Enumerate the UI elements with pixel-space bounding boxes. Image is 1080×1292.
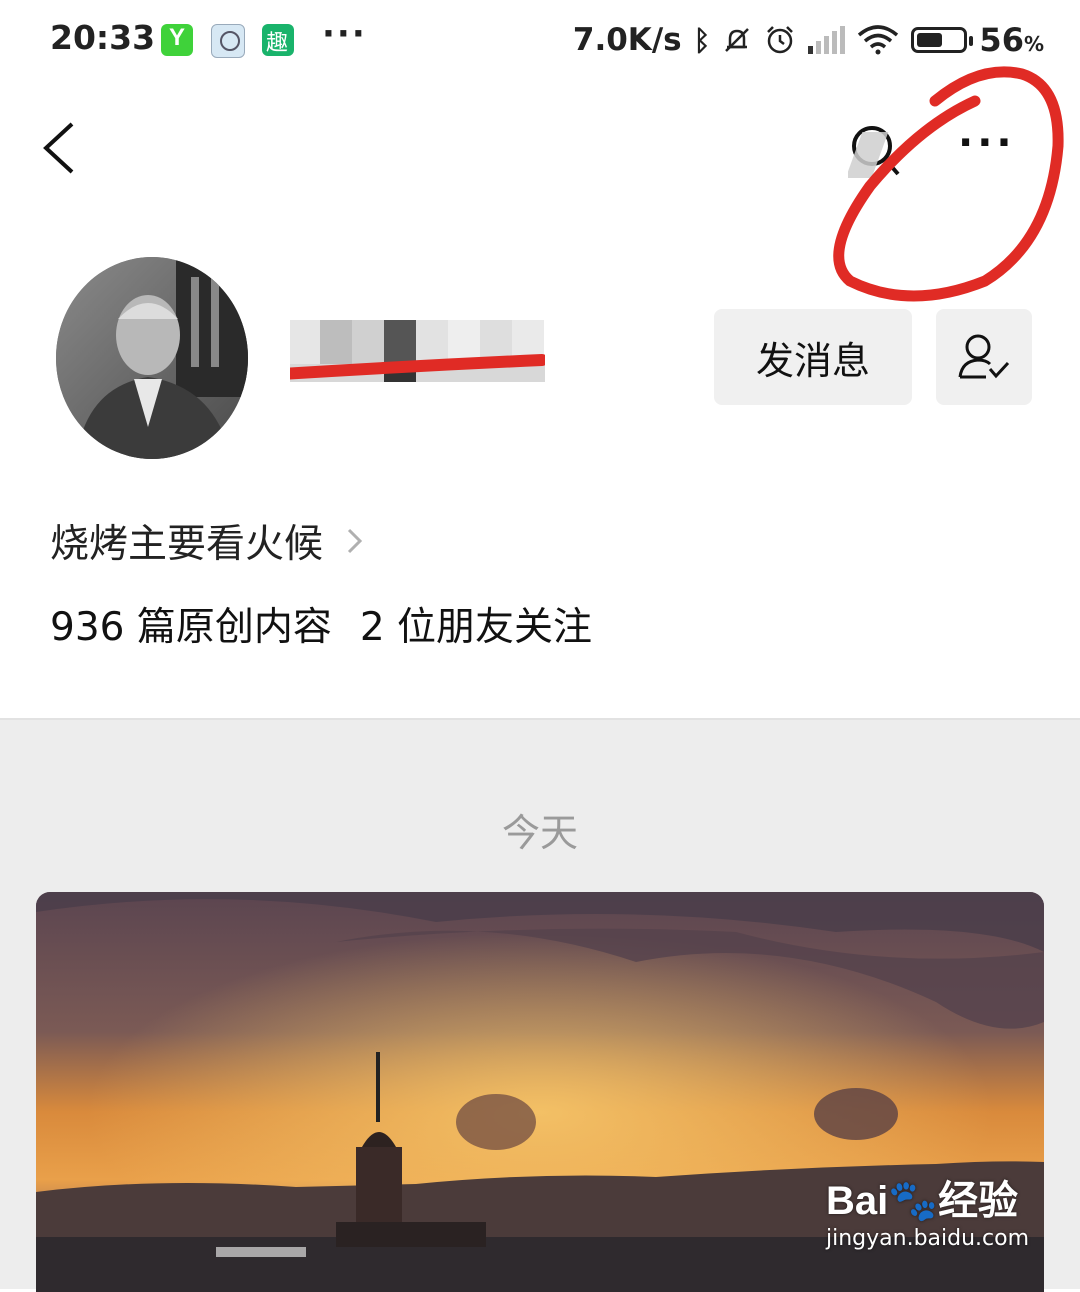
- watermark-brand-latin: Bai: [826, 1179, 889, 1223]
- bell-muted-icon: [725, 28, 750, 52]
- watermark-url: jingyan.baidu.com: [826, 1226, 1030, 1251]
- battery-icon: [911, 27, 974, 53]
- following-button[interactable]: [936, 309, 1032, 405]
- user-check-icon: [958, 334, 1010, 379]
- send-message-button[interactable]: 发消息: [714, 309, 912, 405]
- account-stats: 936 篇原创内容 2 位朋友关注: [50, 596, 592, 652]
- bio-row[interactable]: 烧烤主要看火候: [50, 513, 365, 569]
- bluetooth-icon: ᛒ: [693, 23, 711, 57]
- status-right: 7.0K/s ᛒ 56%: [573, 18, 1044, 62]
- search-icon[interactable]: [848, 122, 902, 182]
- back-icon[interactable]: [36, 110, 96, 190]
- username-redacted: [290, 320, 545, 382]
- app-green-icon: [161, 24, 193, 56]
- avatar-photo: [56, 257, 248, 459]
- bio-text: 烧烤主要看火候: [50, 522, 324, 567]
- more-options-button[interactable]: ···: [958, 120, 1038, 180]
- date-label: 今天: [501, 811, 578, 855]
- battery-unit: %: [1023, 32, 1044, 56]
- status-time: 20:33: [50, 18, 156, 57]
- watermark-brand-cn: 经验: [938, 1179, 1019, 1223]
- qu-app-icon: [262, 24, 294, 57]
- original-count: 936 篇原创内容: [50, 605, 332, 650]
- paw-icon: 🐾: [888, 1179, 939, 1223]
- wifi-icon: [858, 25, 899, 55]
- baidu-jingyan-watermark: Bai🐾经验 jingyan.baidu.com: [826, 1168, 1029, 1251]
- friends-following: 2 位朋友关注: [359, 605, 593, 650]
- clock-app-icon: [211, 24, 245, 58]
- status-more-icon: ···: [322, 14, 367, 54]
- avatar[interactable]: [56, 257, 248, 459]
- battery-fill: [917, 33, 943, 47]
- status-bar: 20:33 ··· 7.0K/s ᛒ 56%: [0, 0, 1080, 80]
- signal-icon: [808, 26, 846, 54]
- watermark-brand: Bai🐾经验: [826, 1179, 1018, 1223]
- red-circle-annotation: [833, 66, 1064, 302]
- alarm-icon: [767, 26, 794, 54]
- battery-percent: 56%: [979, 21, 1044, 59]
- battery-value: 56: [979, 21, 1024, 59]
- chevron-right-icon: [347, 528, 363, 554]
- net-speed: 7.0K/s: [572, 22, 682, 58]
